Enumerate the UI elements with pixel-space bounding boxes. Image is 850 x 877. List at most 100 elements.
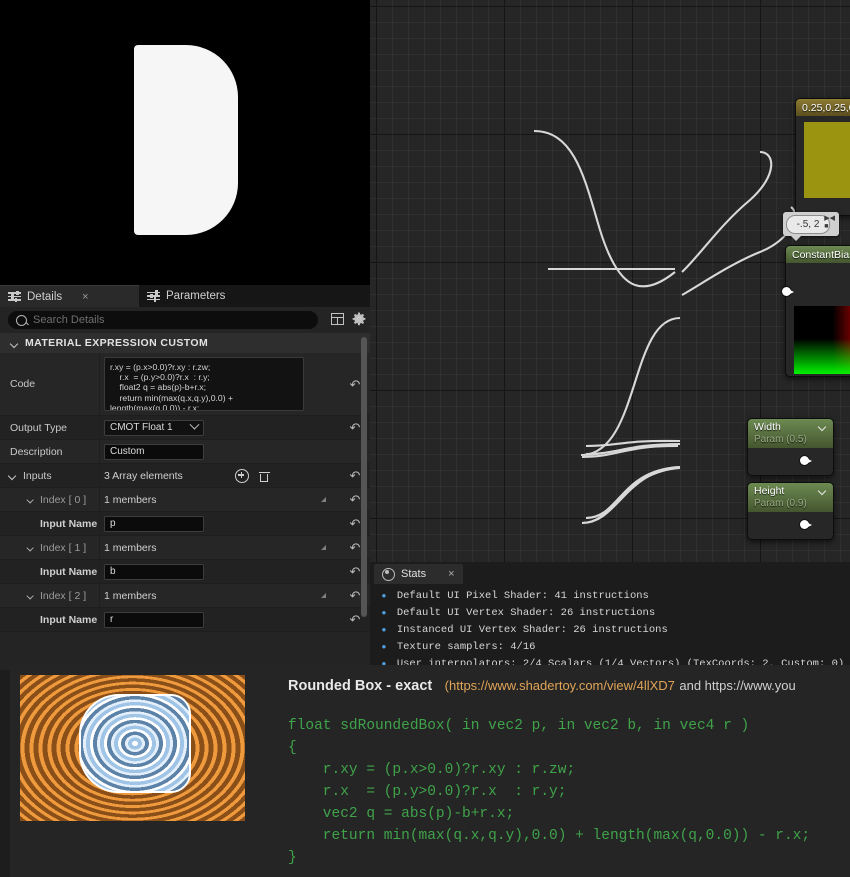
gear-icon[interactable]	[352, 312, 366, 326]
cbs-preview-thumbnail	[794, 306, 850, 374]
index-0-members: 1 members	[104, 493, 157, 506]
reference-code-block: float sdRoundedBox( in vec2 p, in vec2 b…	[288, 718, 811, 866]
output-type-dropdown[interactable]: CMOT Float 1	[104, 419, 204, 436]
stats-list: • Default UI Pixel Shader: 41 instruction…	[380, 588, 846, 673]
node-height-param[interactable]: Height Param (0.9)	[747, 482, 834, 540]
node-height-output-pin[interactable]	[800, 520, 812, 529]
reference-link-youtube[interactable]: and https://www.you	[679, 678, 795, 693]
node-width-subtitle: Param (0.5)	[754, 434, 807, 445]
bullet-icon: •	[380, 589, 388, 604]
property-row-input-name-1: Input Name b ↶	[0, 560, 370, 584]
bullet-icon: •	[380, 623, 388, 638]
node-width-body	[748, 448, 833, 474]
tooltip-tail	[791, 236, 801, 241]
property-label-inputs: Inputs	[0, 464, 100, 487]
index-0-text: Index [ 0 ]	[40, 493, 87, 506]
sliders-icon	[8, 290, 21, 303]
tab-details[interactable]: Details ×	[0, 285, 139, 307]
stat-text: Default UI Pixel Shader: 41 instructions	[396, 590, 649, 602]
stat-text: Texture samplers: 4/16	[396, 641, 536, 653]
property-label-output-type: Output Type	[0, 416, 100, 439]
index-1-members: 1 members	[104, 541, 157, 554]
reference-link-shadertoy[interactable]: (https://www.shadertoy.com/view/4llXD7	[445, 678, 675, 693]
output-type-value: CMOT Float 1	[110, 422, 173, 433]
property-label-code: Code	[0, 353, 100, 415]
preview-rounded-box-shape	[134, 45, 238, 235]
node-cbs-title: ConstantBiasScale	[792, 248, 850, 261]
constant4-color-swatch	[804, 122, 850, 198]
reference-overlay: Rounded Box - exact (https://www.shadert…	[10, 665, 850, 877]
stat-text: Default UI Vertex Shader: 26 instruction…	[396, 607, 656, 619]
search-icon	[16, 314, 27, 326]
tab-parameters[interactable]: Parameters	[139, 285, 259, 307]
chevron-down-icon[interactable]	[8, 471, 17, 480]
node-cbs-input-pin[interactable]	[782, 287, 794, 296]
bullet-icon: •	[380, 640, 388, 655]
chevron-down-icon[interactable]	[819, 424, 827, 432]
input-name-1-field[interactable]: b	[104, 563, 204, 580]
array-row-index-0: Index [ 0 ] 1 members ↶	[0, 488, 370, 512]
index-0-label[interactable]: Index [ 0 ]	[0, 488, 100, 511]
stat-item: • Default UI Pixel Shader: 41 instruction…	[380, 588, 846, 605]
tab-details-close-icon[interactable]: ×	[82, 291, 88, 303]
input-name-2-field[interactable]: r	[104, 611, 204, 628]
stats-close-icon[interactable]: ×	[448, 568, 454, 580]
stat-item: • Texture samplers: 4/16	[380, 639, 846, 656]
sliders-icon	[147, 290, 160, 302]
input-name-0-field[interactable]: p	[104, 515, 204, 532]
stats-tab-label: Stats	[401, 568, 427, 580]
inputs-array-count: 3 Array elements	[104, 469, 183, 482]
chevron-down-icon	[27, 496, 35, 504]
node-width-output-pin[interactable]	[800, 456, 812, 465]
resize-corner-icon	[321, 497, 326, 502]
property-label-description: Description	[0, 440, 100, 463]
column-layout-icon[interactable]	[331, 313, 344, 325]
resize-corner-icon	[321, 545, 326, 550]
details-panel-body[interactable]: MATERIAL EXPRESSION CUSTOM Code r.xy = (…	[0, 333, 370, 670]
array-row-index-2: Index [ 2 ] 1 members ↶	[0, 584, 370, 608]
tab-parameters-label: Parameters	[166, 290, 226, 302]
stats-icon	[382, 567, 395, 581]
node-constant4-body	[796, 116, 850, 214]
node-constant4-title: 0.25,0.25,0,0	[802, 101, 850, 114]
chevron-down-icon[interactable]	[819, 488, 827, 496]
node-constant4[interactable]: 0.25,0.25,0,0	[795, 98, 850, 216]
node-width-param[interactable]: Width Param (0.5)	[747, 418, 834, 476]
input-name-1-label: Input Name	[0, 560, 100, 583]
array-row-index-1: Index [ 1 ] 1 members ↶	[0, 536, 370, 560]
chevron-down-icon	[10, 339, 19, 348]
chevron-down-icon	[189, 419, 200, 430]
stats-tab[interactable]: Stats ×	[374, 564, 463, 584]
property-row-input-name-2: Input Name r ↶	[0, 608, 370, 632]
details-scrollbar[interactable]	[361, 337, 367, 617]
stats-panel: Stats × • Default UI Pixel Shader: 41 ins…	[370, 562, 850, 673]
stat-item: • Default UI Vertex Shader: 26 instructio…	[380, 605, 846, 622]
reference-thumbnail-inner-shape	[78, 693, 191, 794]
chevron-down-icon	[27, 544, 35, 552]
category-header-material-expression-custom[interactable]: MATERIAL EXPRESSION CUSTOM	[0, 333, 370, 353]
reference-title: Rounded Box - exact	[288, 678, 433, 694]
search-input[interactable]: Search Details	[8, 311, 318, 329]
index-2-label[interactable]: Index [ 2 ]	[0, 584, 100, 607]
node-width-title: Width	[754, 421, 781, 433]
property-row-output-type: Output Type CMOT Float 1 ↶	[0, 416, 370, 440]
tooltip-keyboard-hint-icon: ▶◀ ■	[824, 215, 835, 230]
delete-array-icon[interactable]	[258, 470, 270, 482]
search-placeholder: Search Details	[33, 314, 105, 326]
description-input[interactable]: Custom	[104, 443, 204, 460]
panel-tab-strip: Details × Parameters	[0, 285, 370, 307]
index-1-label[interactable]: Index [ 1 ]	[0, 536, 100, 559]
index-1-text: Index [ 1 ]	[40, 541, 87, 554]
input-name-2-label: Input Name	[0, 608, 100, 631]
node-height-title: Height	[754, 485, 785, 497]
value-tooltip: -.5, 2 ▶◀ ■	[783, 212, 839, 241]
add-array-element-icon[interactable]	[234, 468, 249, 483]
reference-thumbnail-image	[20, 675, 245, 821]
node-cbs-header[interactable]: ConstantBiasScale	[786, 246, 850, 263]
bullet-icon: •	[380, 606, 388, 621]
node-constant-bias-scale[interactable]: ConstantBiasScale	[782, 245, 850, 377]
node-constant4-header[interactable]: 0.25,0.25,0,0	[796, 99, 850, 116]
material-preview-viewport[interactable]	[0, 0, 370, 285]
property-row-inputs: Inputs 3 Array elements ↶	[0, 464, 370, 488]
code-textarea[interactable]: r.xy = (p.x>0.0)?r.xy : r.zw; r.x = (p.y…	[104, 357, 304, 411]
